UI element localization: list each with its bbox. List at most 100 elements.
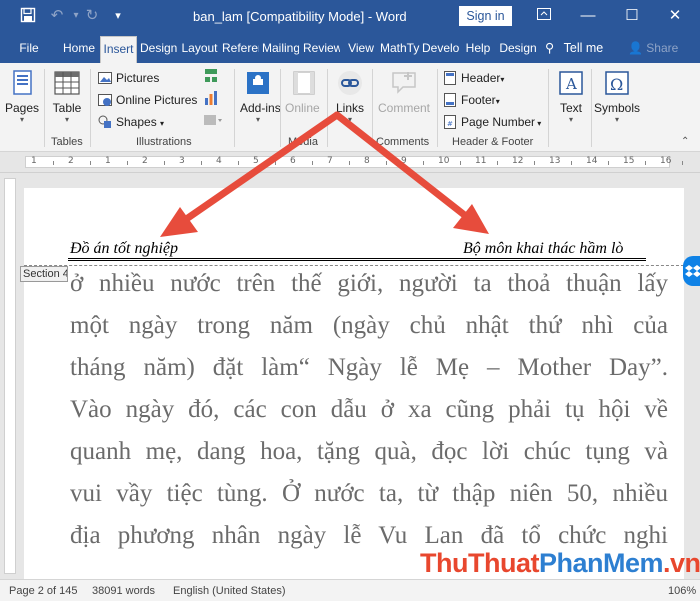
share-button[interactable]: 👤 Share	[628, 33, 678, 63]
header-button[interactable]: Header▾	[443, 69, 504, 87]
sign-in-button[interactable]: Sign in	[459, 6, 512, 26]
header-rule	[68, 260, 646, 261]
shapes-icon	[98, 115, 111, 128]
dropbox-icon[interactable]	[683, 256, 700, 286]
smartart-icon[interactable]	[203, 68, 219, 86]
close-icon[interactable]: ✕	[660, 4, 690, 28]
ribbon-display-options-icon[interactable]	[529, 4, 559, 28]
omega-icon: Ω	[605, 71, 629, 95]
pages-button[interactable]: Pages ▾	[4, 65, 40, 125]
tell-me-label: Tell me	[563, 41, 604, 55]
screenshot-icon[interactable]	[203, 112, 223, 130]
tab-review[interactable]: Review	[303, 33, 340, 63]
tab-file[interactable]: File	[14, 33, 44, 63]
ruler-tick	[607, 161, 609, 165]
page-number-icon: #	[444, 115, 456, 129]
minimize-icon[interactable]: —	[573, 4, 603, 28]
divider	[327, 69, 328, 147]
tables-group-label: Tables	[51, 136, 83, 148]
pictures-label: Pictures	[116, 71, 160, 85]
chevron-down-icon: ▾	[160, 119, 165, 128]
horizontal-ruler[interactable]: 1 2 1 2 3 4 5 6 7 8 9 10 11 12 13 14 15 16	[0, 152, 700, 173]
header-label: Header	[461, 71, 501, 85]
divider	[437, 69, 438, 147]
ruler-strip: 1 2 1 2 3 4 5 6 7 8 9 10 11 12 13 14 15 16	[25, 156, 683, 168]
tab-insert[interactable]: Insert	[100, 36, 137, 63]
tab-home[interactable]: Home	[60, 33, 98, 63]
body-line[interactable]: Vào ngày đó, các con dẫu ở xa cũng phải …	[70, 393, 668, 427]
comment-icon	[392, 72, 416, 94]
maximize-icon[interactable]: ☐	[617, 4, 647, 28]
tab-mailings[interactable]: Mailings	[262, 33, 299, 63]
word-count[interactable]: 38091 words	[92, 585, 155, 597]
symbols-button[interactable]: Ω Symbols ▾	[594, 65, 640, 125]
vertical-ruler	[4, 178, 16, 574]
body-line[interactable]: tháng năm) đặt làm“ Ngày lễ Mẹ – Mother …	[70, 351, 668, 385]
header-right-text[interactable]: Bộ môn khai thác hầm lò	[463, 240, 623, 258]
watermark-part: PhanMem	[538, 548, 664, 578]
ruler-number: 10	[438, 156, 450, 166]
tab-references[interactable]: References	[222, 33, 259, 63]
ruler-number: 16	[660, 156, 672, 166]
customize-toolbar-icon[interactable]: ▾	[108, 7, 128, 25]
shapes-button[interactable]: Shapes ▾	[98, 113, 164, 131]
collapse-ribbon-icon[interactable]: ⌃	[681, 136, 689, 147]
redo-icon[interactable]: ↻	[82, 7, 102, 25]
tab-view[interactable]: View	[345, 33, 377, 63]
ribbon: Pages ▾ Table ▾ Tables Pictures Online P…	[0, 63, 700, 152]
body-line[interactable]: quanh mẹ, dang hoa, tặng quà, đọc lời ch…	[70, 435, 668, 469]
ruler-tick	[644, 161, 646, 165]
ruler-number: 1	[31, 156, 37, 166]
body-line[interactable]: ở nhiều nước trên thế giới, người ta tho…	[70, 267, 668, 301]
tab-help[interactable]: Help	[462, 33, 494, 63]
ruler-number: 12	[512, 156, 524, 166]
ruler-tick	[200, 161, 202, 165]
ruler-tick	[274, 161, 276, 165]
pictures-button[interactable]: Pictures	[98, 69, 159, 87]
lightbulb-icon: ⚲	[545, 41, 555, 55]
ruler-tick	[237, 161, 239, 165]
add-ins-button[interactable]: Add-ins ▾	[240, 65, 281, 125]
tab-design[interactable]: Design	[140, 33, 177, 63]
tab-developer[interactable]: Developer	[422, 33, 459, 63]
undo-icon[interactable]: ↶	[47, 7, 67, 25]
chevron-down-icon: ▾	[19, 115, 24, 124]
zoom-level[interactable]: 106%	[668, 585, 696, 597]
tell-me-box[interactable]: ⚲ Tell me	[545, 33, 603, 63]
chart-icon[interactable]	[203, 90, 219, 108]
tab-layout[interactable]: Layout	[181, 33, 218, 63]
divider	[234, 69, 235, 147]
watermark-logo: ThuThuatPhanMem.vn	[420, 548, 700, 579]
tab-mathtype[interactable]: MathType	[380, 33, 420, 63]
ruler-tick	[126, 161, 128, 165]
body-line[interactable]: một ngày trong năm (ngày chủ nhật thứ nh…	[70, 309, 668, 343]
table-icon	[54, 71, 80, 95]
online-pictures-button[interactable]: Online Pictures	[98, 91, 197, 109]
comment-button[interactable]: Comment	[376, 65, 432, 115]
pages-label: Pages	[4, 101, 40, 115]
page-number-button[interactable]: # Page Number ▾	[443, 113, 541, 131]
body-line[interactable]: vui vầy tiệc tùng. Ở nước ta, từ thập ni…	[70, 477, 668, 511]
ruler-tick	[348, 161, 350, 165]
divider	[372, 69, 373, 147]
media-group-label: Media	[288, 136, 318, 148]
ruler-number: 7	[327, 156, 333, 166]
footer-button[interactable]: Footer▾	[443, 91, 500, 109]
ruler-number: 1	[105, 156, 111, 166]
page-count[interactable]: Page 2 of 145	[9, 585, 78, 597]
links-button[interactable]: Links ▾	[333, 65, 367, 125]
language-indicator[interactable]: English (United States)	[173, 585, 286, 597]
text-button[interactable]: A Text ▾	[553, 65, 589, 125]
save-icon[interactable]	[18, 7, 38, 28]
online-video-button[interactable]: Online Video	[285, 65, 323, 115]
comments-group-label: Comments	[376, 136, 430, 148]
text-label: Text	[559, 101, 582, 115]
table-button[interactable]: Table ▾	[50, 65, 84, 125]
header-left-text[interactable]: Đồ án tốt nghiệp	[70, 240, 178, 258]
picture-icon	[98, 72, 112, 84]
symbols-label: Symbols	[594, 101, 641, 115]
ruler-tick	[52, 161, 54, 165]
person-icon: 👤	[628, 41, 643, 55]
tab-header-footer-design[interactable]: Design	[497, 33, 539, 63]
table-label: Table	[52, 101, 82, 115]
